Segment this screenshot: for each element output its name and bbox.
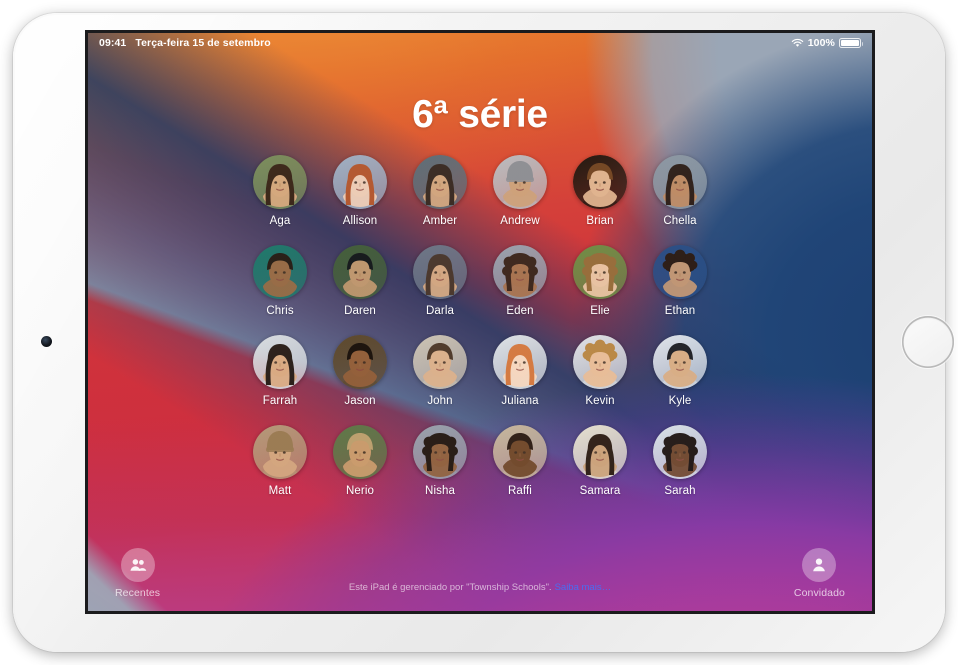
user-name-label: Ethan xyxy=(664,305,696,317)
learn-more-link[interactable]: Saiba mais… xyxy=(555,582,612,593)
user-tile[interactable]: Juliana xyxy=(480,335,560,407)
user-avatar[interactable] xyxy=(333,335,387,389)
two-people-icon xyxy=(130,559,146,571)
user-avatar[interactable] xyxy=(493,155,547,209)
user-tile[interactable]: Kevin xyxy=(560,335,640,407)
user-tile[interactable]: Amber xyxy=(400,155,480,227)
user-tile[interactable]: Kyle xyxy=(640,335,720,407)
battery-fill xyxy=(841,39,859,46)
user-tile[interactable]: Daren xyxy=(320,245,400,317)
user-tile[interactable]: Elie xyxy=(560,245,640,317)
user-name-label: Raffi xyxy=(508,485,532,497)
user-avatar[interactable] xyxy=(573,425,627,479)
user-tile[interactable]: Nisha xyxy=(400,425,480,497)
user-tile[interactable]: Darla xyxy=(400,245,480,317)
user-name-label: Darla xyxy=(426,305,454,317)
user-avatar[interactable] xyxy=(333,245,387,299)
user-avatar[interactable] xyxy=(653,425,707,479)
user-avatar[interactable] xyxy=(653,245,707,299)
person-icon xyxy=(813,558,826,572)
user-name-label: Nerio xyxy=(346,485,374,497)
user-avatar[interactable] xyxy=(493,245,547,299)
user-tile[interactable]: Nerio xyxy=(320,425,400,497)
user-name-label: Kevin xyxy=(585,395,615,407)
recents-button[interactable]: Recentes xyxy=(115,548,160,599)
user-avatar[interactable] xyxy=(413,245,467,299)
user-tile[interactable]: John xyxy=(400,335,480,407)
user-name-label: Chella xyxy=(663,215,697,227)
user-avatar[interactable] xyxy=(333,155,387,209)
user-name-label: Matt xyxy=(268,485,292,497)
status-bar-left: 09:41 Terça-feira 15 de setembro xyxy=(99,37,271,49)
user-name-label: Kyle xyxy=(668,395,692,407)
user-name-label: Aga xyxy=(269,215,291,227)
user-avatar[interactable] xyxy=(333,425,387,479)
user-tile[interactable]: Eden xyxy=(480,245,560,317)
user-name-label: Allison xyxy=(342,215,378,227)
user-tile[interactable]: Jason xyxy=(320,335,400,407)
user-name-label: Eden xyxy=(506,305,534,317)
home-button[interactable] xyxy=(902,316,954,368)
user-tile[interactable]: Chris xyxy=(240,245,320,317)
user-name-label: Jason xyxy=(344,395,376,407)
recents-button-circle xyxy=(120,548,155,582)
user-avatar[interactable] xyxy=(253,245,307,299)
user-name-label: Juliana xyxy=(501,395,539,407)
battery-full-icon xyxy=(839,37,864,48)
user-tile[interactable]: Brian xyxy=(560,155,640,227)
status-time: 09:41 xyxy=(99,36,127,49)
user-avatar[interactable] xyxy=(413,155,467,209)
user-name-label: Sarah xyxy=(664,485,696,497)
recents-button-label: Recentes xyxy=(115,587,161,599)
user-name-label: Nisha xyxy=(425,485,455,497)
user-name-label: Farrah xyxy=(262,395,298,407)
guest-button-label: Convidado xyxy=(793,587,845,599)
user-tile[interactable]: Ethan xyxy=(640,245,720,317)
user-name-label: Amber xyxy=(422,215,458,227)
user-avatar[interactable] xyxy=(573,335,627,389)
user-avatar[interactable] xyxy=(653,155,707,209)
user-avatar[interactable] xyxy=(413,425,467,479)
user-tile[interactable]: Aga xyxy=(240,155,320,227)
user-name-label: Daren xyxy=(344,305,376,317)
user-name-label: John xyxy=(427,395,453,407)
user-avatar[interactable] xyxy=(253,335,307,389)
user-name-label: Samara xyxy=(579,485,621,497)
managed-text: Este iPad é gerenciado por "Township Sch… xyxy=(348,582,552,593)
user-name-label: Chris xyxy=(266,305,294,317)
user-avatar[interactable] xyxy=(413,335,467,389)
user-name-label: Elie xyxy=(590,305,610,317)
front-camera-icon xyxy=(41,336,52,347)
page-title: 6ª série xyxy=(412,93,548,136)
user-tile[interactable]: Chella xyxy=(640,155,720,227)
user-name-label: Brian xyxy=(586,215,614,227)
user-tile[interactable]: Farrah xyxy=(240,335,320,407)
ipad-screen: 09:41 Terça-feira 15 de setembro 100% 6ª xyxy=(88,33,872,611)
user-tile[interactable]: Raffi xyxy=(480,425,560,497)
user-avatar[interactable] xyxy=(253,155,307,209)
guest-button[interactable]: Convidado xyxy=(794,548,845,599)
user-tile[interactable]: Allison xyxy=(320,155,400,227)
user-avatar[interactable] xyxy=(653,335,707,389)
user-avatar[interactable] xyxy=(493,425,547,479)
managed-device-notice: Este iPad é gerenciado por "Township Sch… xyxy=(88,582,872,593)
user-grid: Aga Allison Amber Andrew Brian Chella Ch… xyxy=(88,155,872,497)
user-avatar[interactable] xyxy=(573,245,627,299)
user-avatar[interactable] xyxy=(493,335,547,389)
user-tile[interactable]: Samara xyxy=(560,425,640,497)
wifi-icon xyxy=(791,38,804,48)
status-bar-right: 100% xyxy=(791,36,864,49)
user-avatar[interactable] xyxy=(253,425,307,479)
user-name-label: Andrew xyxy=(500,215,540,227)
user-avatar[interactable] xyxy=(573,155,627,209)
battery-percent-label: 100% xyxy=(807,36,835,49)
ipad-device: 09:41 Terça-feira 15 de setembro 100% 6ª xyxy=(13,13,954,652)
user-tile[interactable]: Matt xyxy=(240,425,320,497)
status-bar: 09:41 Terça-feira 15 de setembro 100% xyxy=(88,33,872,52)
guest-button-circle xyxy=(802,548,837,582)
user-tile[interactable]: Sarah xyxy=(640,425,720,497)
user-tile[interactable]: Andrew xyxy=(480,155,560,227)
status-date: Terça-feira 15 de setembro xyxy=(135,36,271,49)
